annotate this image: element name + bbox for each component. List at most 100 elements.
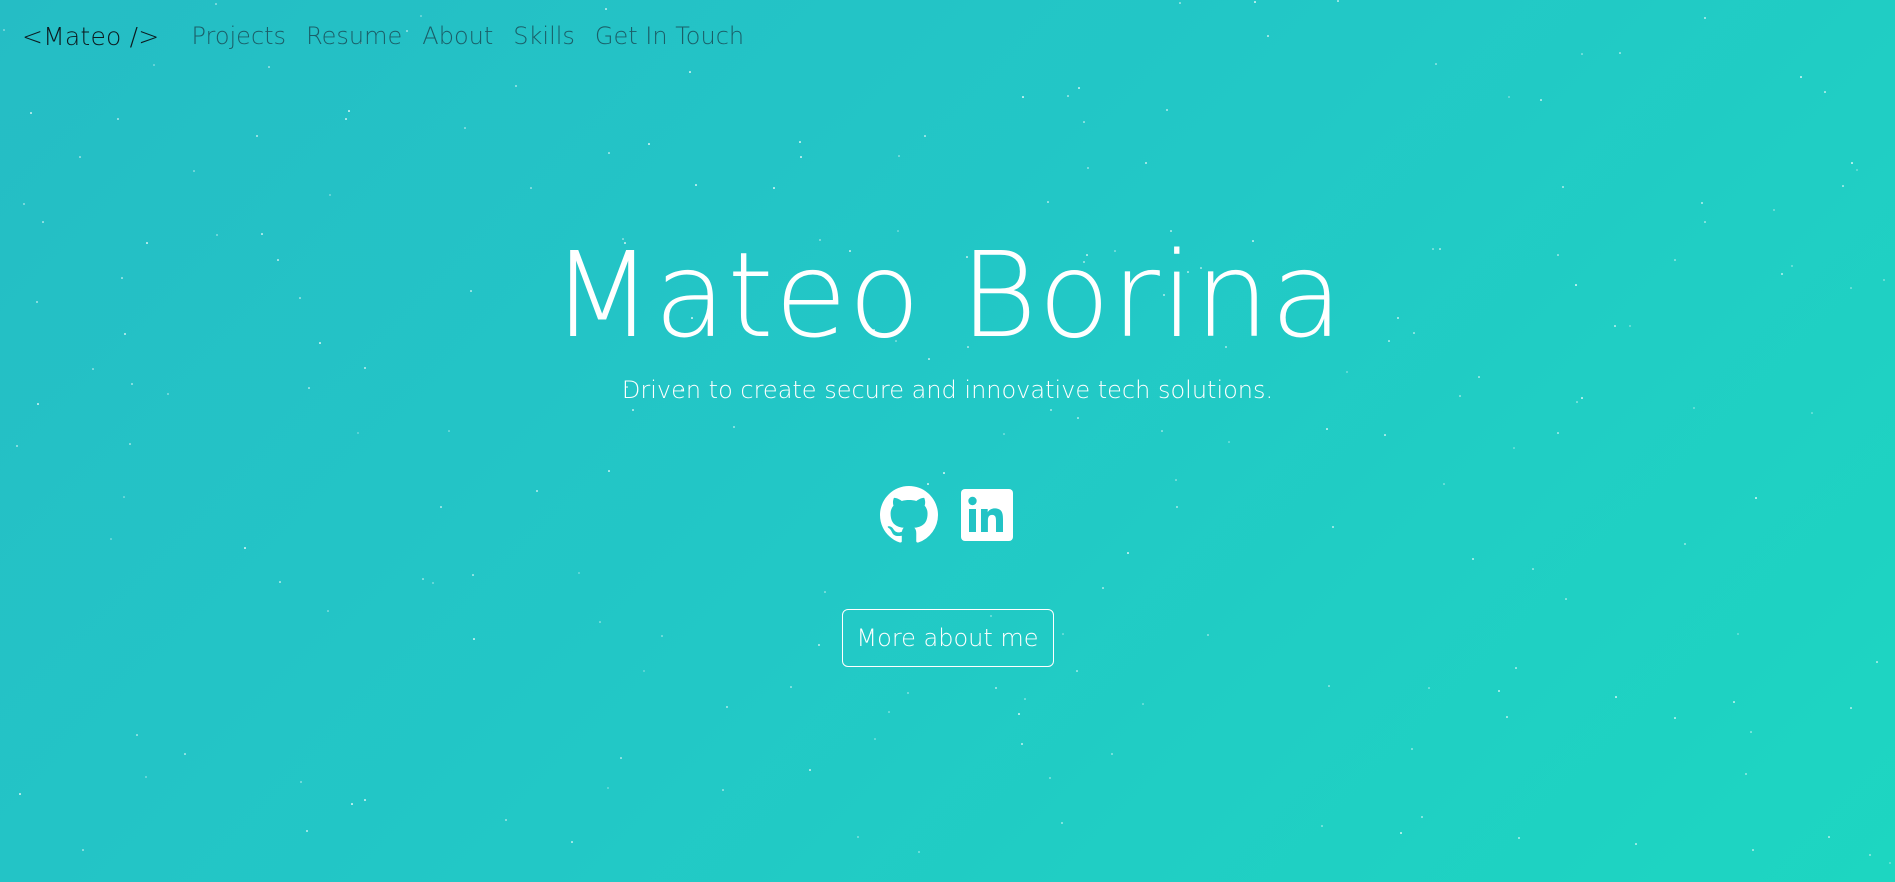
brand-logo[interactable]: <Mateo /> [22, 22, 159, 51]
star-dot [1752, 849, 1754, 851]
star-dot [145, 776, 147, 778]
star-dot [1018, 713, 1020, 715]
star-dot [1076, 670, 1078, 672]
star-dot [1083, 121, 1085, 123]
star-dot [578, 572, 580, 574]
star-dot [1111, 753, 1113, 755]
star-dot [1145, 162, 1147, 164]
hero-subtitle: Driven to create secure and innovative t… [621, 376, 1274, 404]
star-dot [1889, 862, 1891, 864]
star-dot [1127, 552, 1129, 554]
star-dot [1513, 447, 1515, 449]
star-dot [1428, 687, 1430, 689]
star-dot [348, 110, 350, 112]
star-dot [1518, 837, 1520, 839]
star-dot [1800, 76, 1802, 78]
star-dot [30, 112, 32, 114]
star-dot [1161, 430, 1163, 432]
nav-link-resume[interactable]: Resume [306, 22, 402, 50]
star-dot [1615, 696, 1617, 698]
star-dot [1024, 698, 1026, 700]
star-dot [726, 706, 728, 708]
star-dot [1003, 433, 1005, 435]
star-dot [82, 849, 84, 851]
star-dot [16, 445, 18, 447]
star-dot [244, 547, 246, 549]
linkedin-link[interactable] [958, 486, 1016, 544]
nav-link-about[interactable]: About [422, 22, 493, 50]
star-dot [184, 753, 186, 755]
star-dot [1532, 568, 1534, 570]
top-navbar: <Mateo /> Projects Resume About Skills G… [0, 0, 1895, 72]
star-dot [1049, 777, 1051, 779]
star-dot [1557, 432, 1559, 434]
star-dot [1745, 773, 1747, 775]
star-dot [907, 692, 909, 694]
star-dot [1824, 91, 1826, 93]
nav-link-projects[interactable]: Projects [191, 22, 286, 50]
star-dot [809, 769, 811, 771]
star-dot [857, 836, 859, 838]
star-dot [799, 141, 801, 143]
star-dot [129, 443, 131, 445]
star-dot [733, 426, 735, 428]
star-dot [995, 687, 997, 689]
star-dot [357, 432, 359, 434]
star-dot [1674, 717, 1676, 719]
github-link[interactable] [879, 486, 938, 544]
star-dot [1050, 409, 1052, 411]
star-dot [1565, 598, 1567, 600]
star-dot [1828, 836, 1830, 838]
star-dot [432, 582, 434, 584]
star-dot [23, 203, 25, 205]
star-dot [505, 819, 507, 821]
star-dot [722, 789, 724, 791]
star-dot [800, 156, 802, 158]
star-dot [824, 591, 826, 593]
star-dot [1773, 209, 1775, 211]
star-dot [1047, 201, 1049, 203]
star-dot [364, 367, 366, 369]
social-links [0, 486, 1895, 544]
star-dot [1384, 434, 1386, 436]
star-dot [1326, 428, 1328, 430]
starfield-background [0, 0, 1895, 882]
star-dot [1562, 186, 1564, 188]
star-dot [608, 152, 610, 154]
star-dot [927, 483, 929, 485]
star-dot [364, 799, 366, 801]
star-dot [1102, 587, 1104, 589]
star-dot [874, 738, 876, 740]
star-dot [1750, 731, 1752, 733]
more-about-me-button[interactable]: More about me [841, 609, 1054, 667]
star-dot [1061, 822, 1063, 824]
star-dot [1704, 221, 1706, 223]
star-dot [1175, 479, 1177, 481]
star-dot [515, 85, 517, 87]
star-dot [1506, 716, 1508, 718]
nav-link-get-in-touch[interactable]: Get In Touch [595, 22, 744, 50]
star-dot [1400, 832, 1402, 834]
star-dot [1472, 558, 1474, 560]
star-dot [448, 430, 450, 432]
github-icon [879, 486, 938, 543]
star-dot [1842, 185, 1844, 187]
star-dot [1498, 690, 1500, 692]
star-dot [607, 787, 609, 789]
star-dot [924, 135, 926, 137]
star-dot [1228, 441, 1230, 443]
star-dot [92, 368, 94, 370]
star-dot [1166, 109, 1168, 111]
star-dot [1733, 701, 1735, 703]
star-dot [943, 472, 945, 474]
star-dot [351, 803, 353, 805]
star-dot [306, 830, 308, 832]
star-dot [1328, 685, 1330, 687]
star-dot [1635, 843, 1637, 845]
star-dot [1142, 703, 1144, 705]
star-dot [632, 409, 634, 411]
star-dot [193, 170, 195, 172]
nav-link-skills[interactable]: Skills [513, 22, 575, 50]
star-dot [329, 194, 331, 196]
star-dot [117, 118, 119, 120]
